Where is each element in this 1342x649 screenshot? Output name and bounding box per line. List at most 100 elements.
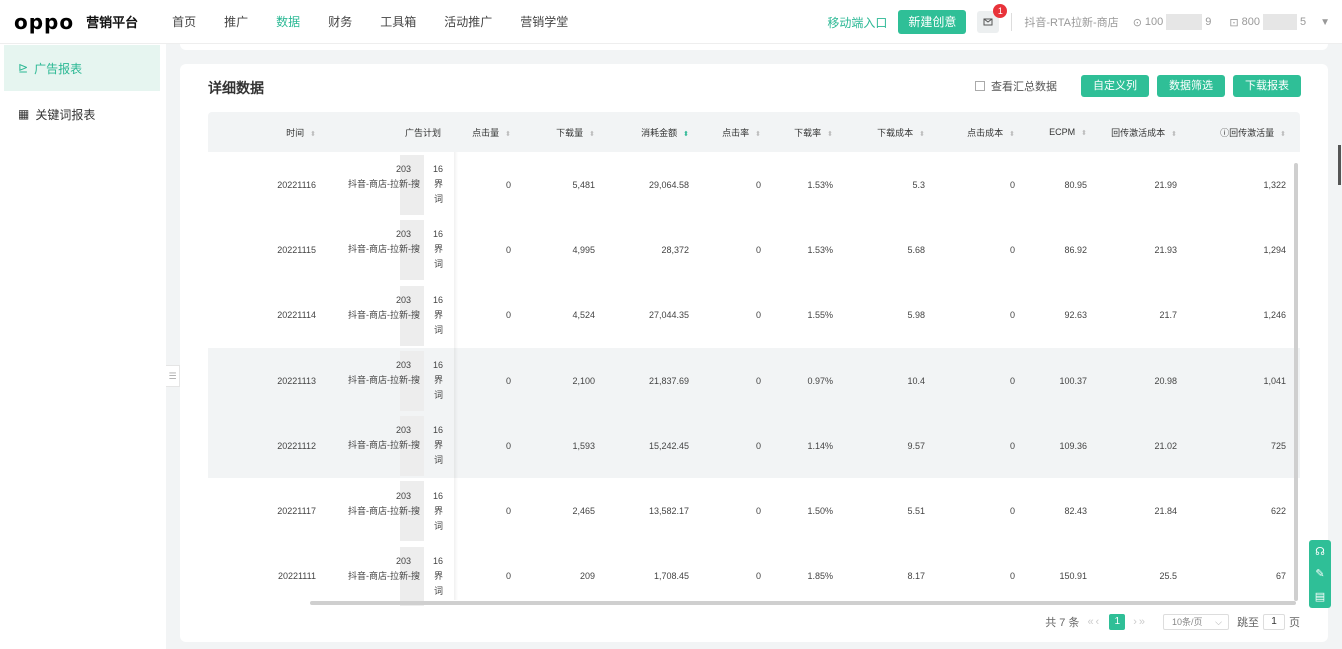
vertical-scrollbar[interactable] xyxy=(1294,163,1298,601)
col-dl-cost[interactable]: 下载成本 ⬍ xyxy=(847,112,939,152)
cell-click-cost: 0 xyxy=(1009,571,1015,582)
cell-plan[interactable]: 203 16 抖音-商店-拉新-搜界词 xyxy=(330,413,455,478)
logo[interactable]: oppo 营销平台 xyxy=(14,10,138,34)
fixed-column-shadow xyxy=(454,152,458,600)
nav-toolbox[interactable]: 工具箱 xyxy=(380,13,416,30)
cell-dl-rate: 1.53% xyxy=(807,244,833,255)
feedback-icon[interactable]: ▤ xyxy=(1315,590,1325,603)
edit-icon[interactable]: ✎ xyxy=(1315,567,1324,580)
cell-ctr: 0 xyxy=(755,179,761,190)
cell-downloads: 2,100 xyxy=(572,375,595,386)
data-filter-button[interactable]: 数据筛选 xyxy=(1157,75,1225,97)
help-circle-icon: ⓘ xyxy=(1220,127,1230,138)
next-page-icon[interactable]: ›» xyxy=(1133,616,1147,628)
nav-promotion[interactable]: 推广 xyxy=(224,13,248,30)
cell-dl-cost: 5.51 xyxy=(907,506,925,517)
account-name[interactable]: 抖音-RTA拉新-商店 xyxy=(1024,14,1118,30)
cell-plan[interactable]: 203 16 抖音-商店-拉新-搜界词 xyxy=(330,348,455,413)
sort-icon: ⬍ xyxy=(1171,130,1177,138)
page-size-select[interactable]: 10条/页 ⌵ xyxy=(1163,614,1229,630)
cell-plan[interactable]: 203 16 抖音-商店-拉新-搜界词 xyxy=(330,152,455,217)
sort-icon: ⬍ xyxy=(1081,130,1087,137)
col-spend[interactable]: 消耗金额 ⬍ xyxy=(609,112,703,152)
cell-date: 20221116 xyxy=(277,179,316,190)
col-act-count[interactable]: ⓘ回传激活量 ⬍ xyxy=(1191,112,1300,152)
cell-spend: 27,044.35 xyxy=(648,310,689,321)
nav-data[interactable]: 数据 xyxy=(276,13,300,30)
cell-ecpm: 150.91 xyxy=(1059,571,1087,582)
headset-icon[interactable]: ☊ xyxy=(1315,545,1325,558)
cell-date: 20221114 xyxy=(277,310,316,321)
table-row: 20221111 203 16 抖音-商店-拉新-搜界词 0 209 1,708.45 0 1.… xyxy=(208,543,1300,606)
jump-page-input[interactable]: 1 xyxy=(1263,614,1285,630)
cell-act-count: 1,294 xyxy=(1263,244,1286,255)
chevron-down-icon: ⌵ xyxy=(1215,617,1222,627)
horizontal-scrollbar[interactable] xyxy=(310,601,1296,605)
cell-clicks: 0 xyxy=(505,310,511,321)
cell-spend: 13,582.17 xyxy=(648,506,689,517)
nav-finance[interactable]: 财务 xyxy=(328,13,352,30)
cell-act-count: 67 xyxy=(1275,571,1286,582)
cell-downloads: 4,524 xyxy=(572,310,595,321)
cell-plan[interactable]: 203 16 抖音-商店-拉新-搜界词 xyxy=(330,478,455,543)
custom-columns-button[interactable]: 自定义列 xyxy=(1081,75,1149,97)
sidebar: ⊵ 广告报表 ▦ 关键词报表 xyxy=(0,44,166,649)
col-clicks[interactable]: 点击量 ⬍ xyxy=(455,112,525,152)
sidebar-item-keyword-report[interactable]: ▦ 关键词报表 xyxy=(4,91,160,137)
cell-dl-cost: 9.57 xyxy=(907,440,925,451)
sidebar-item-ad-report[interactable]: ⊵ 广告报表 xyxy=(4,45,160,91)
new-creative-button[interactable]: 新建创意 xyxy=(898,10,967,34)
cell-dl-rate: 1.50% xyxy=(807,506,833,517)
show-summary-checkbox[interactable]: 查看汇总数据 xyxy=(975,78,1057,94)
cell-clicks: 0 xyxy=(505,571,511,582)
checkbox[interactable] xyxy=(975,81,985,91)
grid-icon: ▦ xyxy=(18,107,30,121)
cell-dl-rate: 1.55% xyxy=(807,310,833,321)
nav-campaigns[interactable]: 活动推广 xyxy=(444,13,492,30)
cell-dl-cost: 5.3 xyxy=(912,179,925,190)
cell-act-cost: 21.7 xyxy=(1159,310,1177,321)
col-date[interactable]: 时间 ⬍ xyxy=(208,112,330,152)
cell-plan[interactable]: 203 16 抖音-商店-拉新-搜界词 xyxy=(330,544,455,606)
cell-spend: 1,708.45 xyxy=(653,571,689,582)
sidebar-collapse-handle[interactable]: ☰ xyxy=(166,365,180,387)
col-ctr[interactable]: 点击率 ⬍ xyxy=(703,112,775,152)
nav-academy[interactable]: 营销学堂 xyxy=(520,13,568,30)
cell-ctr: 0 xyxy=(755,571,761,582)
table-row: 20221112 203 16 抖音-商店-拉新-搜界词 0 1,593 15,242.45… xyxy=(208,413,1300,479)
cell-downloads: 4,995 xyxy=(572,244,595,255)
total-count: 共 7 条 xyxy=(1045,617,1080,629)
lock-icon: ⊡ xyxy=(1229,16,1239,29)
sort-desc-icon: ⬍ xyxy=(683,130,689,138)
cell-act-cost: 21.84 xyxy=(1154,506,1177,517)
cell-clicks: 0 xyxy=(505,440,511,451)
sort-icon: ⬍ xyxy=(310,130,316,138)
col-dl-rate[interactable]: 下载率 ⬍ xyxy=(775,112,847,152)
header-right: 移动端入口 新建创意 1 抖音-RTA拉新-商店 ⊙ 100 9 ⊡ 800 5… xyxy=(827,0,1330,44)
cell-date: 20221117 xyxy=(277,506,316,517)
cell-clicks: 0 xyxy=(505,244,511,255)
col-downloads[interactable]: 下载量 ⬍ xyxy=(525,112,609,152)
cell-downloads: 2,465 xyxy=(572,506,595,517)
cell-plan[interactable]: 203 16 抖音-商店-拉新-搜界词 xyxy=(330,283,455,348)
chevron-down-icon[interactable]: ▼ xyxy=(1320,17,1330,28)
prev-page-icon[interactable]: «‹ xyxy=(1087,616,1101,628)
col-act-cost[interactable]: 回传激活成本 ⬍ xyxy=(1101,112,1191,152)
col-click-cost[interactable]: 点击成本 ⬍ xyxy=(939,112,1029,152)
sort-icon: ⬍ xyxy=(1009,130,1015,138)
table-row: 20221114 203 16 抖音-商店-拉新-搜界词 0 4,524 27,044.35… xyxy=(208,282,1300,348)
page-unit: 页 xyxy=(1289,617,1300,629)
nav-home[interactable]: 首页 xyxy=(172,13,196,30)
sort-icon: ⬍ xyxy=(755,130,761,138)
message-button[interactable]: 1 xyxy=(977,4,1008,33)
cell-act-count: 1,041 xyxy=(1263,375,1286,386)
cell-clicks: 0 xyxy=(505,375,511,386)
mobile-entry-link[interactable]: 移动端入口 xyxy=(827,14,887,31)
download-report-button[interactable]: 下载报表 xyxy=(1233,75,1301,97)
col-ecpm[interactable]: ECPM ⬍ xyxy=(1029,112,1101,152)
cell-dl-cost: 5.98 xyxy=(907,310,925,321)
cell-date: 20221115 xyxy=(277,244,316,255)
cell-plan[interactable]: 203 16 抖音-商店-拉新-搜界词 xyxy=(330,217,455,282)
cell-ctr: 0 xyxy=(755,310,761,321)
page-number-current[interactable]: 1 xyxy=(1109,614,1126,630)
